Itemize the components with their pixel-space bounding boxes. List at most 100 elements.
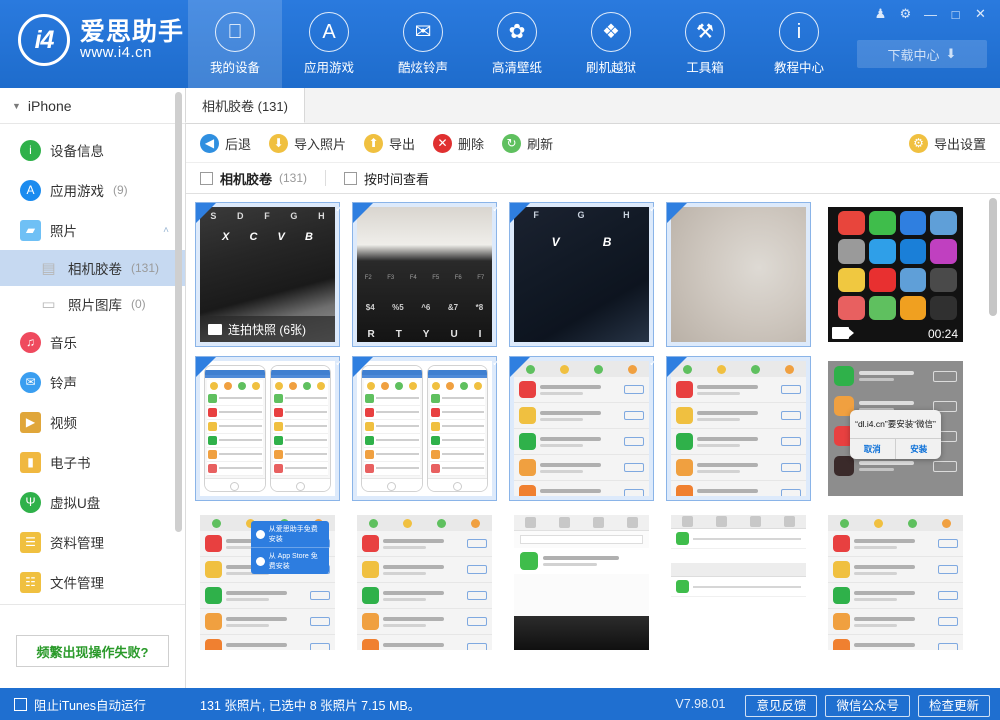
brand-name: 爱思助手: [80, 19, 184, 45]
dropbox-icon: ❖: [591, 12, 631, 52]
video-duration: 00:24: [928, 327, 958, 341]
selected-checkmark-icon[interactable]: [196, 203, 216, 223]
nav-item-0[interactable]: 我的设备: [188, 0, 282, 88]
thumbnail-app-list-with-popup[interactable]: 从爱思助手免费安装从 App Store 免费安装: [195, 510, 340, 655]
thumbnail-wechat-install-dialog[interactable]: “dl.i4.cn”要安装“微信”取消安装: [823, 356, 968, 501]
thumbnail-app-store-list-pair-1[interactable]: [195, 356, 340, 501]
nav-item-5[interactable]: ⚒工具箱: [658, 0, 752, 88]
nav-item-1[interactable]: A应用游戏: [282, 0, 376, 88]
by-time-filter[interactable]: 按时间查看: [344, 169, 429, 188]
window-controls: ♟⚙—□✕: [869, 3, 992, 25]
thumbnail-desktop-window-screenshot[interactable]: [666, 510, 811, 655]
thumbnail-app-store-list-pair-2[interactable]: [352, 356, 497, 501]
sidebar-item-7[interactable]: ▶视频: [0, 402, 185, 442]
select-all-filter[interactable]: 相机胶卷 (131): [200, 169, 307, 188]
thumbnail-keyboard-dark-photo[interactable]: FGHVB: [509, 202, 654, 347]
usb-drive-icon: Ψ: [20, 492, 41, 513]
sidebar-item-label: 照片图库: [68, 294, 122, 314]
chevron-down-icon: ▼: [12, 101, 21, 111]
grid-scrollbar[interactable]: [989, 198, 997, 316]
selected-checkmark-icon[interactable]: [667, 357, 687, 377]
thumbnail-keyboard-desk-photo[interactable]: F2F3F4F5F6F7$4%5^6&7*8RTYUI: [352, 202, 497, 347]
toolbar-delete[interactable]: ✕删除: [433, 134, 484, 153]
brand-logo-icon: i4: [18, 14, 70, 66]
thumbnail-app-list-screenshot-3[interactable]: [352, 510, 497, 655]
sidebar-item-6[interactable]: ✉铃声: [0, 362, 185, 402]
sidebar-item-0[interactable]: i设备信息: [0, 130, 185, 170]
back-arrow-icon: ◀: [200, 134, 219, 153]
select-all-checkbox[interactable]: [200, 172, 213, 185]
popup-item[interactable]: 从爱思助手免费安装: [251, 521, 329, 547]
status-button-0[interactable]: 意见反馈: [745, 695, 817, 717]
delete-icon: ✕: [433, 134, 452, 153]
maximize-icon[interactable]: □: [944, 3, 967, 25]
download-center-button[interactable]: 下载中心 ⬇: [857, 40, 987, 68]
popup-item[interactable]: 从 App Store 免费安装: [251, 547, 329, 574]
by-time-checkbox[interactable]: [344, 172, 357, 185]
appstore-icon: A: [20, 180, 41, 201]
thumbnail-image: 从爱思助手免费安装从 App Store 免费安装: [200, 515, 335, 650]
settings-gear-icon[interactable]: ⚙: [894, 3, 917, 25]
sidebar-scrollbar[interactable]: [175, 92, 182, 532]
main-nav: 我的设备A应用游戏✉酷炫铃声✿高清壁纸❖刷机越狱⚒工具箱i教程中心: [188, 0, 846, 88]
sidebar-item-8[interactable]: ▮电子书: [0, 442, 185, 482]
selected-checkmark-icon[interactable]: [510, 357, 530, 377]
thumbnail-keyboard-closeup-1[interactable]: SDFGHXCVB连拍快照 (6张): [195, 202, 340, 347]
tab-bar: 相机胶卷 (131): [186, 88, 1000, 124]
alert-message: “dl.i4.cn”要安装“微信”: [850, 410, 942, 438]
thumbnail-image: [514, 515, 649, 650]
nav-item-label: 应用游戏: [304, 57, 354, 76]
chevron-up-icon[interactable]: ˄: [163, 225, 169, 236]
sidebar-item-11[interactable]: ☷文件管理: [0, 562, 185, 602]
thumbnail-image: F2F3F4F5F6F7$4%5^6&7*8RTYUI: [357, 207, 492, 342]
minimize-icon[interactable]: —: [919, 3, 942, 25]
itunes-checkbox[interactable]: [14, 698, 27, 711]
thumbnail-colorful-app-screenshot[interactable]: [823, 510, 968, 655]
nav-item-6[interactable]: i教程中心: [752, 0, 846, 88]
sidebar-item-count: (9): [113, 183, 128, 197]
nav-item-2[interactable]: ✉酷炫铃声: [376, 0, 470, 88]
status-button-2[interactable]: 检查更新: [918, 695, 990, 717]
gear-icon: ⚙: [909, 134, 928, 153]
selected-checkmark-icon[interactable]: [510, 203, 530, 223]
toolbar-import[interactable]: ⬇导入照片: [269, 134, 346, 153]
sidebar-item-label: 相机胶卷: [68, 258, 122, 278]
thumbnail-blurry-beige-photo[interactable]: [666, 202, 811, 347]
alert-confirm-button[interactable]: 安装: [895, 439, 941, 459]
selected-checkmark-icon[interactable]: [353, 203, 373, 223]
close-icon[interactable]: ✕: [969, 3, 992, 25]
sidebar-item-1[interactable]: A应用游戏(9): [0, 170, 185, 210]
sidebar-item-5[interactable]: ♫音乐: [0, 322, 185, 362]
nav-item-4[interactable]: ❖刷机越狱: [564, 0, 658, 88]
export-settings-label: 导出设置: [934, 134, 986, 153]
selected-checkmark-icon[interactable]: [667, 203, 687, 223]
burst-label: 连拍快照 (6张): [228, 321, 306, 338]
thumbnail-app-list-screenshot-2[interactable]: [666, 356, 811, 501]
sidebar-item-3[interactable]: ▤相机胶卷(131): [0, 250, 185, 286]
nav-item-label: 酷炫铃声: [398, 57, 448, 76]
selected-checkmark-icon[interactable]: [353, 357, 373, 377]
toolbar-refresh[interactable]: ↻刷新: [502, 134, 553, 153]
thumbnail-app-list-screenshot-1[interactable]: [509, 356, 654, 501]
sidebar-item-9[interactable]: Ψ虚拟U盘: [0, 482, 185, 522]
sidebar-item-4[interactable]: ▭照片图库(0): [0, 286, 185, 322]
toolbar-back-arrow[interactable]: ◀后退: [200, 134, 251, 153]
thumbnail-image: [357, 361, 492, 496]
alert-cancel-button[interactable]: 取消: [850, 439, 895, 459]
thumbnail-iphone-springboard-video[interactable]: 00:24: [823, 202, 968, 347]
thumbnail-desktop-wechat-screenshot[interactable]: [509, 510, 654, 655]
install-popup-menu[interactable]: 从爱思助手免费安装从 App Store 免费安装: [251, 521, 329, 574]
nav-item-3[interactable]: ✿高清壁纸: [470, 0, 564, 88]
nav-item-label: 高清壁纸: [492, 57, 542, 76]
skin-icon[interactable]: ♟: [869, 3, 892, 25]
by-time-label: 按时间查看: [364, 169, 429, 188]
tab-camera-roll[interactable]: 相机胶卷 (131): [185, 88, 305, 123]
selected-checkmark-icon[interactable]: [196, 357, 216, 377]
export-settings-button[interactable]: ⚙ 导出设置: [909, 134, 986, 153]
sidebar-item-10[interactable]: ☰资料管理: [0, 522, 185, 562]
toolbar-export[interactable]: ⬆导出: [364, 134, 415, 153]
status-button-1[interactable]: 微信公众号: [825, 695, 910, 717]
device-header[interactable]: ▼ iPhone: [0, 88, 185, 124]
sidebar-item-2[interactable]: ▰照片˄: [0, 210, 185, 250]
help-button[interactable]: 频繁出现操作失败?: [16, 635, 169, 667]
